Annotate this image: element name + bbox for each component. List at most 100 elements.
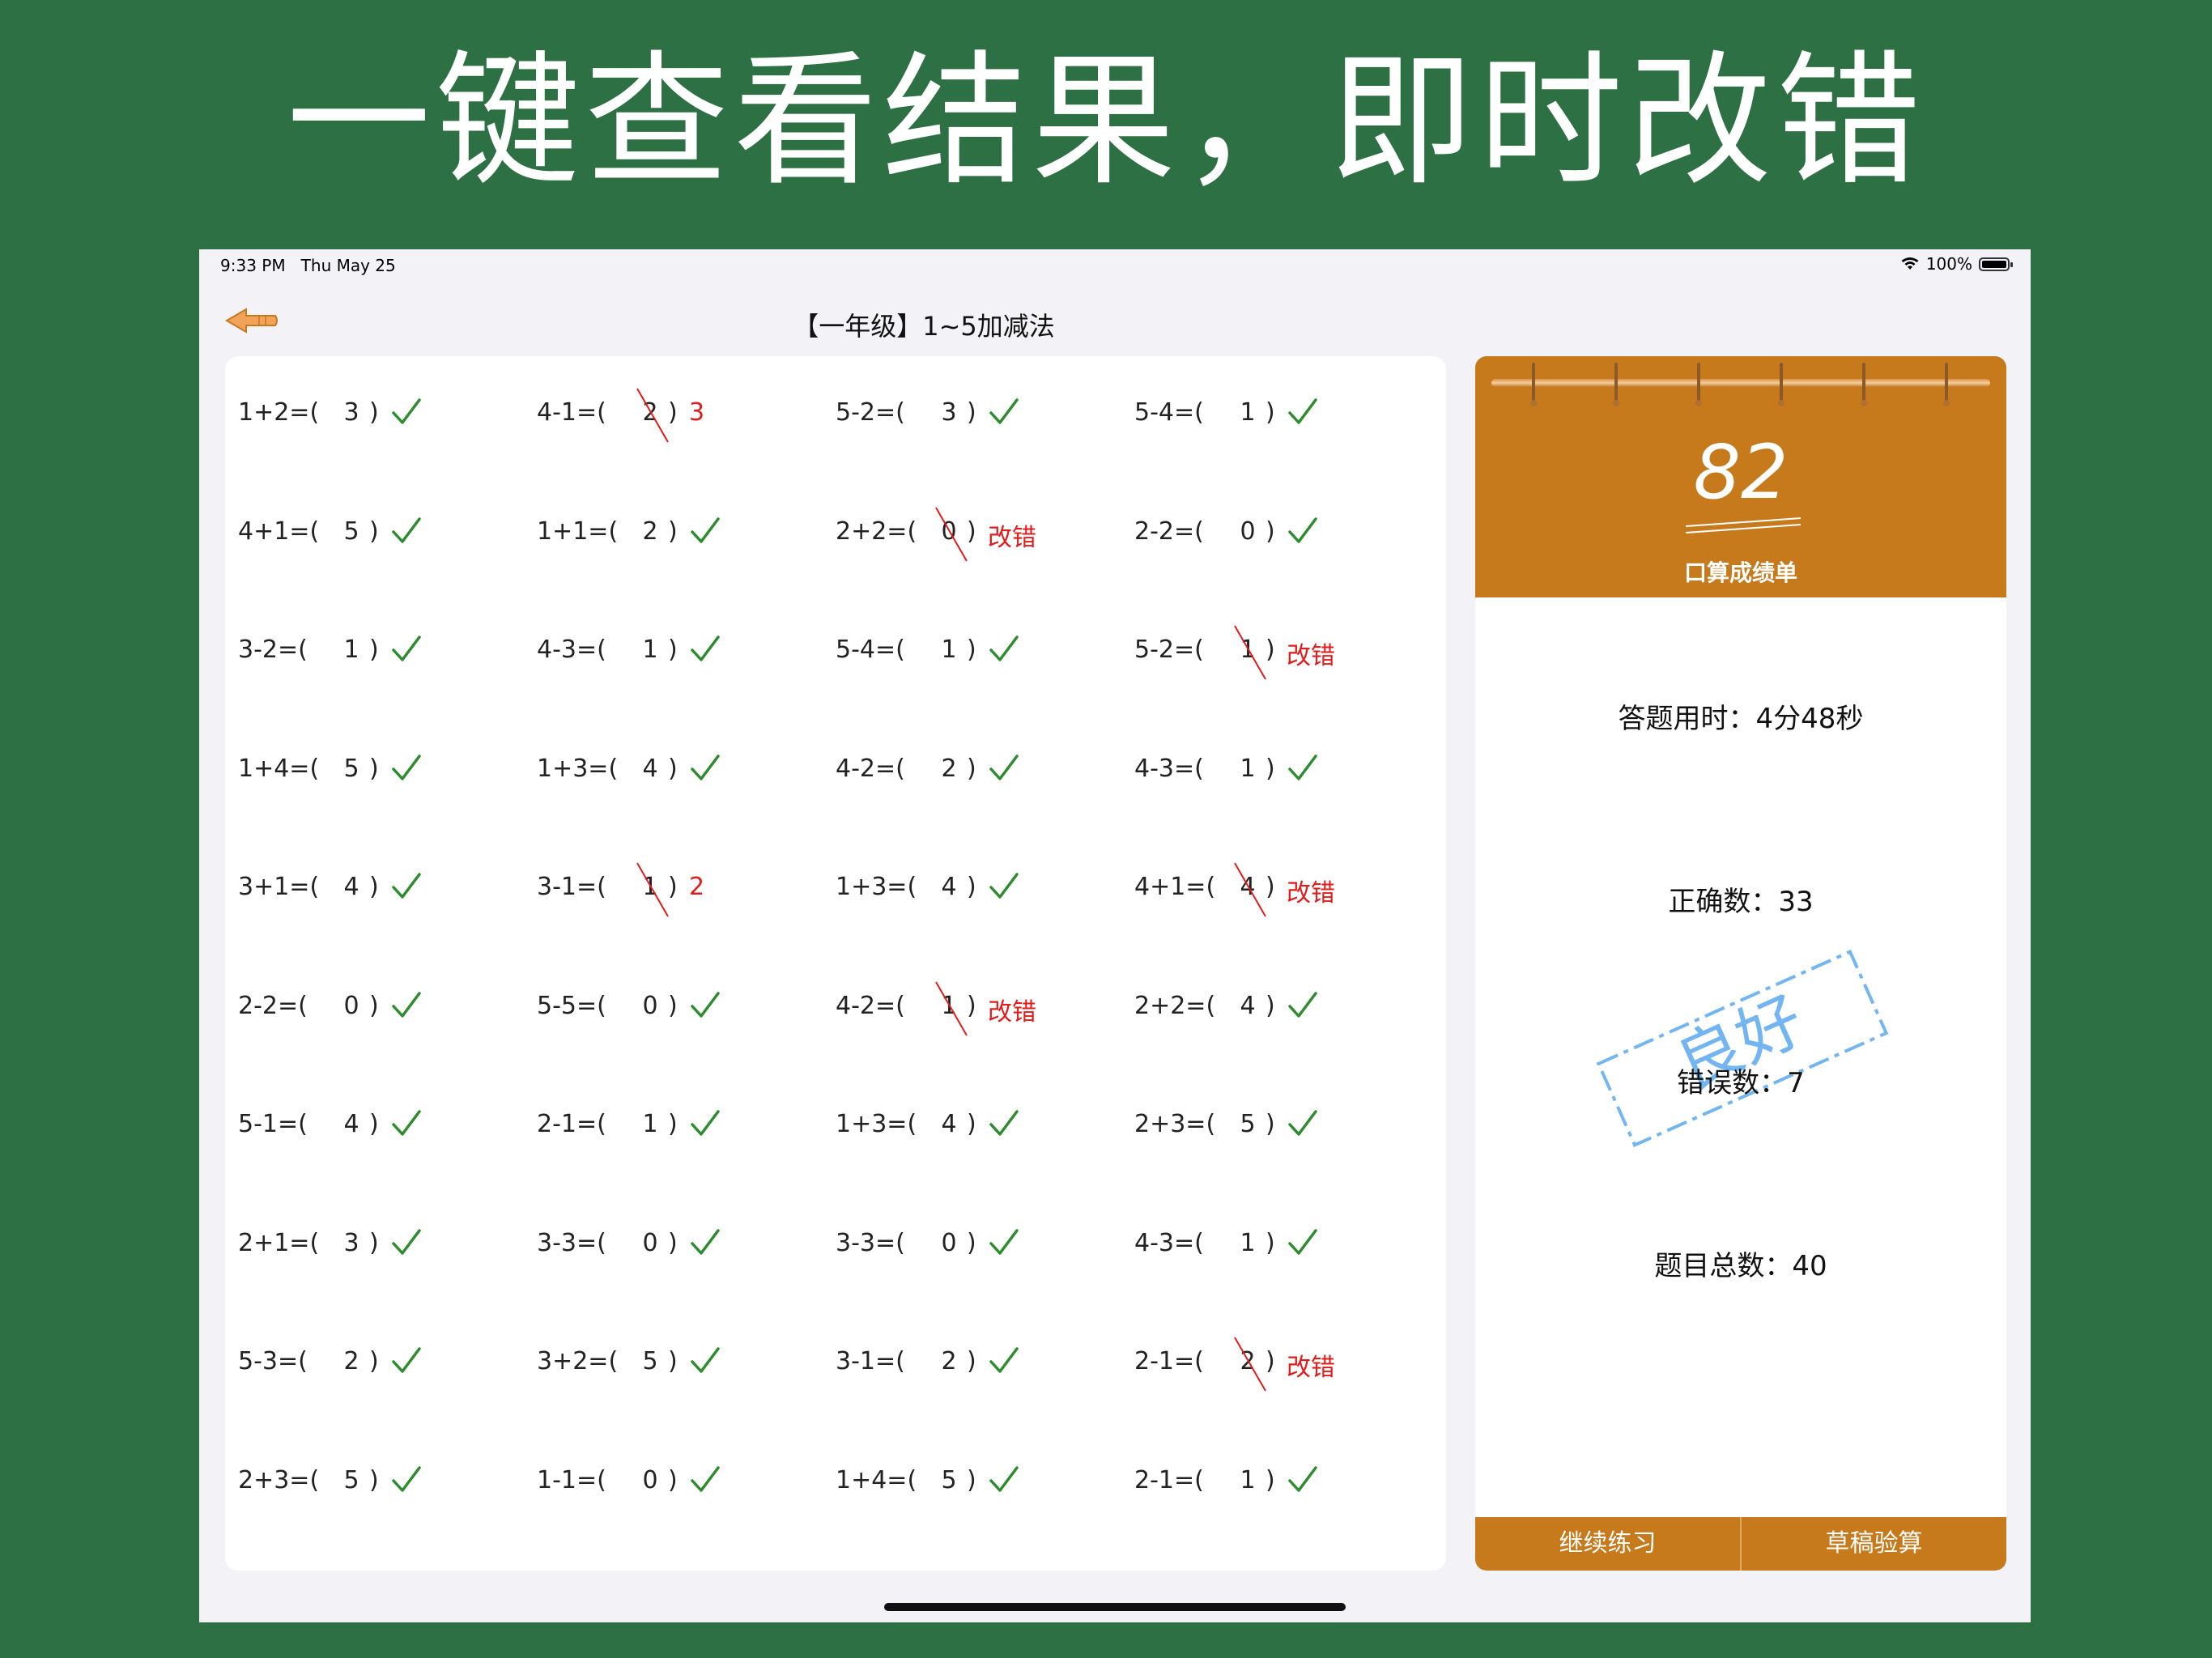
close-paren: ) [967, 1347, 976, 1375]
checkmark-icon [392, 398, 421, 424]
answer-value: 3 [343, 398, 359, 427]
checkmark-icon [691, 991, 720, 1018]
close-paren: ) [1266, 1110, 1275, 1138]
question-text: 2-1=( [537, 1110, 606, 1138]
checkmark-icon [1288, 754, 1317, 780]
quiz-item: 1+2=(3) [238, 390, 530, 439]
checkmark-icon [989, 398, 1019, 424]
close-paren: ) [967, 636, 976, 664]
quiz-item: 3-3=(0) [836, 1221, 1127, 1269]
checkmark-icon [989, 636, 1019, 661]
notebook-rings-icon [1491, 363, 1990, 406]
checkmark-icon [691, 1347, 720, 1373]
answer-value: 5 [941, 1465, 957, 1494]
question-text: 1+4=( [836, 1465, 917, 1494]
answer-value: 5 [343, 754, 359, 783]
answer-value: 4 [642, 754, 658, 783]
quiz-item: 5-3=(2) [238, 1339, 530, 1388]
checkmark-icon [392, 754, 421, 780]
quiz-item: 4-3=(1) [537, 627, 828, 676]
close-paren: ) [369, 1228, 379, 1257]
question-text: 3+2=( [537, 1347, 619, 1375]
wrong-count: 错误数：7 [1677, 1067, 1805, 1099]
answer-time: 答题用时：4分48秒 [1618, 703, 1864, 735]
close-paren: ) [369, 873, 379, 901]
answer-value: 0 [941, 1228, 957, 1257]
question-text: 1+1=( [537, 517, 619, 546]
checkmark-icon [989, 1465, 1019, 1492]
close-paren: ) [369, 754, 379, 783]
checkmark-icon [392, 517, 421, 543]
question-text: 4-1=( [537, 398, 606, 427]
checkmark-icon [1288, 1110, 1317, 1136]
checkmark-icon [989, 1347, 1019, 1373]
quiz-item: 1+3=(4) [836, 865, 1127, 913]
question-text: 3+1=( [238, 873, 320, 901]
answer-value: 5 [1240, 1110, 1256, 1138]
question-text: 5-5=( [537, 991, 606, 1020]
quiz-item: 3-1=(1)2 [537, 862, 828, 917]
question-text: 5-3=( [238, 1347, 308, 1375]
question-text: 1+2=( [238, 398, 320, 427]
quiz-item: 4+1=(4)改错 [1134, 862, 1426, 917]
quiz-item: 1+1=(2) [537, 509, 828, 558]
answer-value: 4 [343, 873, 359, 901]
answer-value: 1 [1240, 1228, 1256, 1257]
quiz-item: 1+4=( 5) [836, 1458, 1127, 1507]
checkmark-icon [392, 1228, 421, 1255]
checkmark-icon [989, 1228, 1019, 1255]
score-underline-icon [1685, 517, 1802, 534]
quiz-item: 5-1=(4) [238, 1102, 530, 1150]
close-paren: ) [967, 1228, 976, 1257]
fix-error-button[interactable]: 改错 [1287, 873, 1335, 908]
quiz-item: 4-2=(2) [836, 746, 1127, 795]
fix-error-button[interactable]: 改错 [988, 992, 1036, 1027]
checkmark-icon [691, 1228, 720, 1255]
continue-practice-button[interactable]: 继续练习 [1475, 1517, 1742, 1571]
quiz-item: 4-2=(1)改错 [836, 981, 1127, 1035]
checkmark-icon [392, 636, 421, 661]
quiz-item: 2+2=(0)改错 [836, 507, 1127, 561]
answer-value: 1 [1240, 398, 1256, 427]
fix-error-button[interactable]: 改错 [1287, 1347, 1335, 1383]
answer-value: 4 [941, 873, 957, 901]
nav-bar: 【一年级】1~5加减法 [199, 290, 2031, 355]
question-text: 1+3=( [836, 873, 917, 901]
checkmark-icon [392, 1110, 421, 1136]
question-text: 5-4=( [1134, 398, 1204, 427]
close-paren: ) [1266, 1228, 1275, 1257]
quiz-item: 2-1=(2)改错 [1134, 1337, 1426, 1392]
scratch-calc-button[interactable]: 草稿验算 [1742, 1517, 2006, 1571]
score-value: 82 [1693, 429, 1789, 516]
question-text: 1+4=( [238, 754, 320, 783]
answer-value: 1 [642, 636, 658, 664]
answer-value: 4 [1240, 991, 1256, 1020]
answer-value: 5 [343, 1465, 359, 1494]
grade-stamp: 良好 [1596, 949, 1889, 1148]
checkmark-icon [691, 1110, 720, 1136]
checkmark-icon [989, 754, 1019, 780]
question-text: 3-1=( [537, 873, 606, 901]
question-text: 2-1=( [1134, 1465, 1204, 1494]
quiz-item: 1+4=( 5) [238, 746, 530, 795]
close-paren: ) [967, 754, 976, 783]
question-text: 3-1=( [836, 1347, 905, 1375]
quiz-item: 4-3=(1) [1134, 1221, 1426, 1269]
close-paren: ) [967, 1465, 976, 1494]
fix-error-button[interactable]: 改错 [1287, 636, 1335, 671]
quiz-item: 2-2=(0) [1134, 509, 1426, 558]
quiz-item: 2-2=(0) [238, 984, 530, 1032]
home-indicator[interactable] [884, 1603, 1346, 1611]
correct-answer: 3 [689, 398, 705, 427]
quiz-item: 5-2=(1)改错 [1134, 625, 1426, 680]
checkmark-icon [1288, 1228, 1317, 1255]
checkmark-icon [392, 1347, 421, 1373]
checkmark-icon [392, 1465, 421, 1492]
checkmark-icon [1288, 1465, 1317, 1492]
question-text: 3-3=( [537, 1228, 606, 1257]
close-paren: ) [1266, 398, 1275, 427]
answer-value: 0 [642, 1228, 658, 1257]
fix-error-button[interactable]: 改错 [988, 517, 1036, 553]
close-paren: ) [668, 1347, 678, 1375]
close-paren: ) [369, 636, 379, 664]
